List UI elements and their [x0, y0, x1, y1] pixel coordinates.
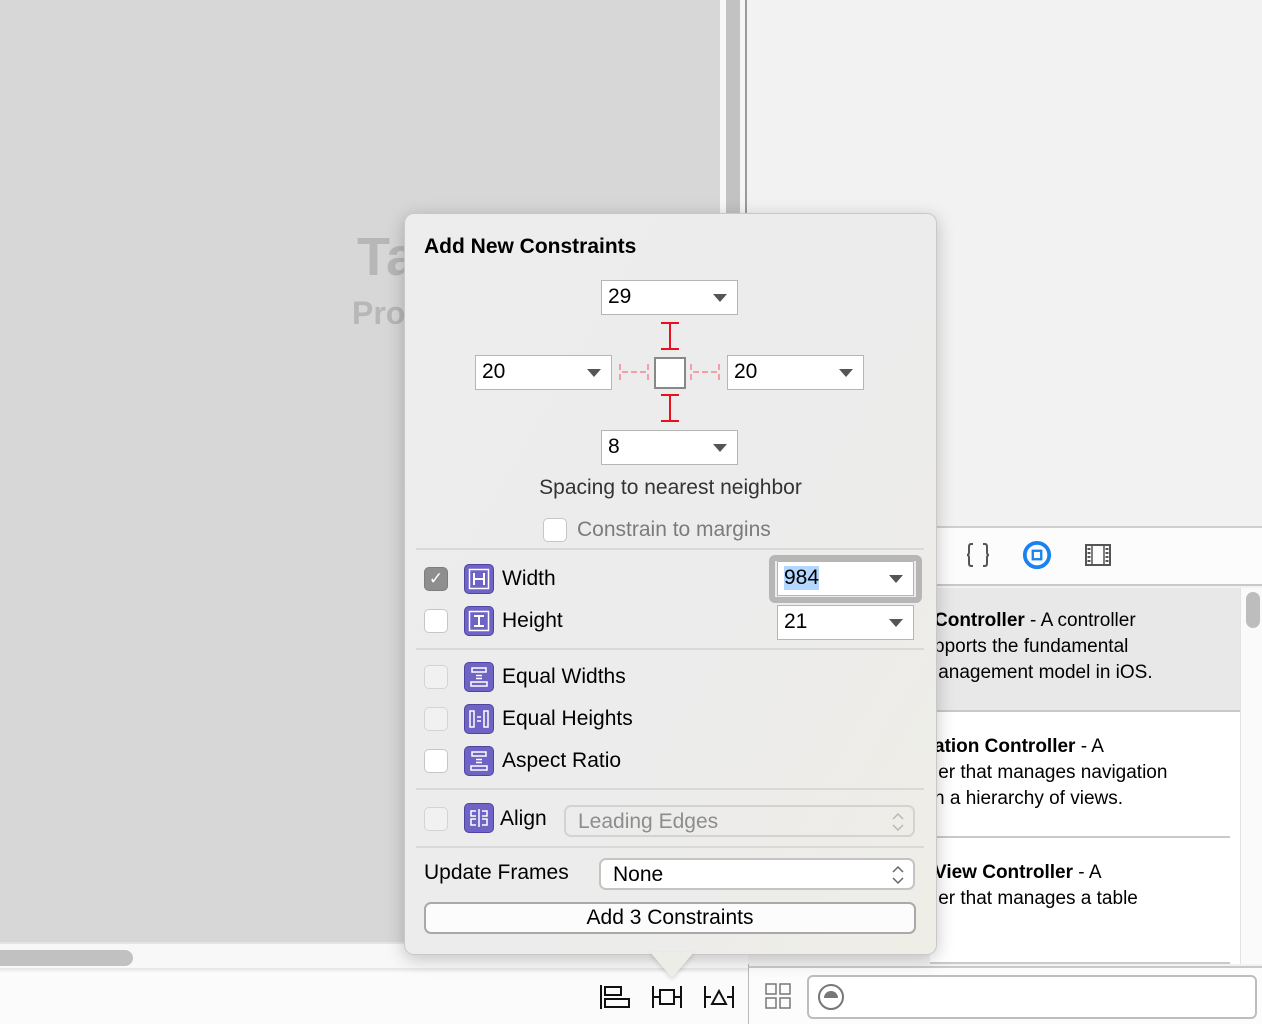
library-item-desc: ianagement model in iOS. — [934, 662, 1153, 683]
height-value: 21 — [784, 610, 808, 633]
library-scrollbar-thumb[interactable] — [1246, 592, 1260, 628]
library-item-title: View Controller — [934, 862, 1074, 883]
braces-icon — [966, 543, 990, 567]
object-library-list: Controller - A controller pports the fun… — [930, 588, 1240, 964]
library-item[interactable]: Controller - A controller pports the fun… — [930, 588, 1240, 710]
library-scrollbar-track[interactable] — [1240, 588, 1262, 964]
library-item-title: ation Controller — [934, 736, 1076, 757]
align-label: Align — [500, 807, 547, 830]
filter-icon — [818, 984, 844, 1010]
divider — [416, 548, 924, 550]
library-item-desc: pports the fundamental — [934, 636, 1129, 657]
library-item-desc: ler that manages navigation — [934, 762, 1168, 783]
library-item-title: Controller — [934, 610, 1025, 631]
library-item-desc: n a hierarchy of views. — [934, 788, 1124, 809]
width-value-field[interactable]: 984 — [777, 561, 914, 596]
height-checkbox[interactable] — [424, 609, 448, 633]
height-label: Height — [502, 609, 563, 632]
divider — [416, 788, 924, 790]
popover-title: Add New Constraints — [424, 235, 637, 258]
pin-icon — [652, 986, 682, 1008]
align-popup[interactable]: Leading Edges — [564, 805, 915, 837]
update-frames-value: None — [613, 863, 664, 886]
width-checkbox[interactable]: ✓ — [424, 567, 448, 591]
trailing-constraint-strut[interactable] — [690, 364, 720, 380]
height-icon — [464, 606, 494, 636]
divider — [416, 648, 924, 650]
library-item-desc: - A — [1075, 736, 1104, 757]
bottom-spacing-field[interactable]: 8 — [601, 430, 738, 465]
equal-widths-label: Equal Widths — [502, 665, 626, 688]
height-value-field[interactable]: 21 — [777, 605, 914, 640]
up-down-chevron-icon — [892, 865, 904, 885]
list-separator — [930, 962, 1230, 964]
divider — [416, 846, 924, 848]
update-frames-popup[interactable]: None — [599, 858, 915, 890]
dropdown-arrow-icon[interactable] — [889, 619, 903, 627]
library-filter-input[interactable] — [807, 975, 1257, 1019]
leading-constraint-strut[interactable] — [619, 364, 649, 380]
equal-widths-icon — [464, 662, 494, 692]
top-constraint-strut[interactable] — [661, 322, 679, 350]
add-constraints-button[interactable]: Add 3 Constraints — [424, 902, 916, 934]
equal-heights-label: Equal Heights — [502, 707, 633, 730]
dropdown-arrow-icon[interactable] — [713, 444, 727, 452]
up-down-chevron-icon — [892, 812, 904, 832]
aspect-ratio-icon — [464, 746, 494, 776]
library-item[interactable]: ation Controller - A ler that manages na… — [930, 712, 1240, 836]
align-popup-value: Leading Edges — [578, 810, 719, 833]
bottom-spacing-value: 8 — [608, 435, 620, 458]
library-tab-file-template[interactable] — [963, 540, 993, 570]
library-item-desc: - A controller — [1024, 610, 1136, 631]
object-circle-icon — [1022, 540, 1052, 570]
grid-icon — [765, 983, 791, 1009]
update-frames-label: Update Frames — [424, 861, 569, 884]
canvas-label-subtitle: Pro — [352, 295, 406, 331]
leading-spacing-value: 20 — [482, 360, 506, 383]
align-icon — [600, 985, 630, 1009]
film-strip-icon — [1085, 544, 1111, 566]
align-checkbox[interactable] — [424, 807, 448, 831]
align-button[interactable] — [598, 982, 632, 1012]
aspect-ratio-label: Aspect Ratio — [502, 749, 622, 772]
align-edges-icon — [464, 803, 494, 833]
trailing-spacing-field[interactable]: 20 — [727, 355, 864, 390]
view-mode-button[interactable] — [764, 982, 792, 1015]
top-spacing-field[interactable]: 29 — [601, 280, 738, 315]
width-value: 984 — [784, 566, 820, 590]
width-icon — [464, 564, 494, 594]
bottom-constraint-strut[interactable] — [661, 394, 679, 422]
equal-heights-icon — [464, 704, 494, 734]
pin-button[interactable] — [650, 982, 684, 1012]
dropdown-arrow-icon[interactable] — [889, 575, 903, 583]
selected-view-diagram — [654, 357, 686, 389]
equal-heights-checkbox[interactable] — [424, 707, 448, 731]
constrain-to-margins-checkbox[interactable] — [543, 518, 567, 542]
leading-spacing-field[interactable]: 20 — [475, 355, 612, 390]
library-tab-media[interactable] — [1083, 540, 1113, 570]
dropdown-arrow-icon[interactable] — [839, 369, 853, 377]
width-label: Width — [502, 567, 556, 590]
library-item-desc: - A — [1073, 862, 1102, 883]
resolve-auto-layout-button[interactable] — [702, 982, 736, 1012]
top-spacing-value: 29 — [608, 285, 632, 308]
dropdown-arrow-icon[interactable] — [713, 294, 727, 302]
resolve-issues-icon — [704, 986, 734, 1008]
trailing-spacing-value: 20 — [734, 360, 758, 383]
constrain-to-margins-label: Constrain to margins — [577, 518, 771, 541]
checkmark-icon: ✓ — [428, 569, 444, 588]
library-item-desc: ler that manages a table — [934, 888, 1138, 909]
horizontal-scrollbar-thumb[interactable] — [0, 950, 133, 966]
spacing-label: Spacing to nearest neighbor — [539, 476, 802, 499]
canvas-bottom-bar — [0, 972, 748, 1024]
popover-arrow — [650, 952, 694, 978]
dropdown-arrow-icon[interactable] — [587, 369, 601, 377]
library-tab-object[interactable] — [1022, 540, 1052, 570]
equal-widths-checkbox[interactable] — [424, 665, 448, 689]
library-item[interactable]: View Controller - A ler that manages a t… — [930, 838, 1240, 962]
aspect-ratio-checkbox[interactable] — [424, 749, 448, 773]
